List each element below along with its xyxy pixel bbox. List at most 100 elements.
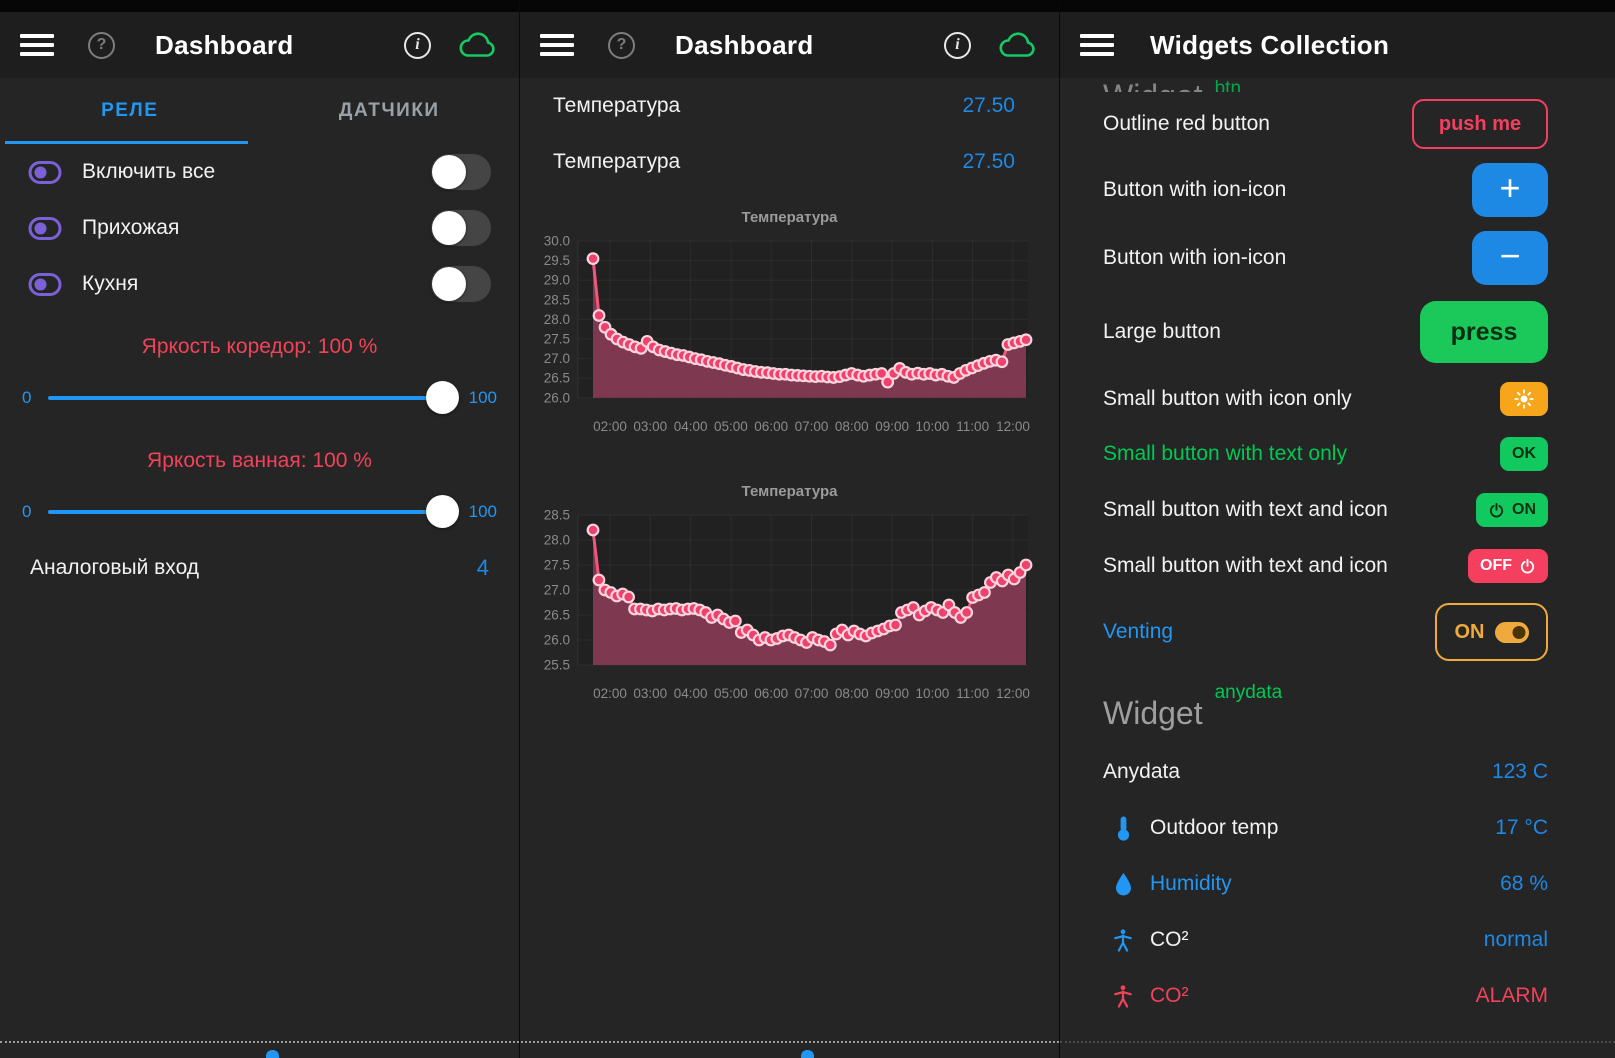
- tab-datchiki[interactable]: ДАТЧИКИ: [260, 78, 520, 144]
- chart-title-2: Температура: [520, 464, 1059, 500]
- panel-divider: [1059, 0, 1060, 1058]
- svg-text:27.0: 27.0: [544, 351, 570, 366]
- svg-text:11:00: 11:00: [956, 419, 989, 434]
- widget-label: Venting: [1103, 620, 1173, 644]
- data-value: 123 C: [1492, 760, 1548, 784]
- widget-label: Small button with text only: [1103, 442, 1347, 466]
- temperature-row-2: Температура 27.50: [520, 134, 1059, 190]
- data-row-co2-normal: CO² normal: [1060, 912, 1615, 968]
- svg-text:28.0: 28.0: [544, 533, 570, 548]
- toggle-switch[interactable]: [431, 210, 491, 246]
- status-bar-strip: [520, 0, 1059, 12]
- toggle-row-hallway: Прихожая: [0, 200, 519, 256]
- svg-text:04:00: 04:00: [674, 419, 708, 434]
- svg-text:28.5: 28.5: [544, 508, 570, 523]
- page-title: Dashboard: [675, 30, 814, 61]
- data-row-humidity: Humidity 68 %: [1060, 856, 1615, 912]
- help-icon[interactable]: ?: [88, 32, 115, 59]
- widget-row-off: Small button with text and icon OFF: [1060, 538, 1615, 594]
- data-label: CO²: [1150, 984, 1189, 1008]
- temperature-label: Температура: [553, 94, 680, 118]
- data-label: CO²: [1150, 928, 1189, 952]
- widget-row-large: Large button press: [1060, 292, 1615, 372]
- svg-text:02:00: 02:00: [593, 686, 627, 701]
- svg-text:08:00: 08:00: [835, 686, 869, 701]
- widget-row-icon-only: Small button with icon only: [1060, 372, 1615, 426]
- widget-label: Button with ion-icon: [1103, 178, 1286, 202]
- svg-text:28.0: 28.0: [544, 312, 570, 327]
- svg-text:12:00: 12:00: [996, 686, 1030, 701]
- on-button[interactable]: ON: [1476, 493, 1548, 527]
- toggle-row-all: Включить все: [0, 144, 519, 200]
- ok-button[interactable]: OK: [1500, 437, 1548, 471]
- header-left: ? Dashboard i: [0, 12, 519, 78]
- svg-text:10:00: 10:00: [916, 686, 950, 701]
- plus-button[interactable]: +: [1472, 163, 1548, 217]
- data-row-outdoor-temp: Outdoor temp 17 °C: [1060, 800, 1615, 856]
- menu-icon[interactable]: [1080, 34, 1114, 56]
- toggle-switch[interactable]: [431, 154, 491, 190]
- help-icon[interactable]: ?: [608, 32, 635, 59]
- push-me-button[interactable]: push me: [1412, 99, 1548, 149]
- data-label: Humidity: [1150, 872, 1232, 896]
- temperature-row-1: Температура 27.50: [520, 78, 1059, 134]
- panel-divider: [519, 0, 520, 1058]
- toggle-label: Включить все: [82, 160, 215, 184]
- temperature-value: 27.50: [962, 150, 1015, 174]
- toggle-switch[interactable]: [431, 266, 491, 302]
- widget-label: Small button with text and icon: [1103, 498, 1388, 522]
- menu-icon[interactable]: [540, 34, 574, 56]
- clipped-bottom-icon: [801, 1050, 814, 1058]
- info-icon[interactable]: i: [404, 32, 431, 59]
- toggle-glyph-icon: [28, 160, 62, 185]
- widget-row-outline-red: Outline red button push me: [1060, 92, 1615, 156]
- svg-text:02:00: 02:00: [593, 419, 627, 434]
- svg-text:03:00: 03:00: [633, 686, 667, 701]
- slider-track[interactable]: [48, 396, 455, 400]
- app-root: ? Dashboard i РЕЛЕ ДАТЧИКИ Включить все: [0, 0, 1615, 1058]
- clipped-bottom-icon: [266, 1050, 279, 1058]
- person-icon: [1112, 927, 1134, 953]
- button-label: press: [1451, 318, 1518, 347]
- slider-knob[interactable]: [426, 495, 459, 528]
- svg-text:07:00: 07:00: [795, 686, 829, 701]
- svg-text:26.5: 26.5: [544, 608, 570, 623]
- widget-label: Button with ion-icon: [1103, 246, 1286, 270]
- bottom-dotted-divider: [0, 1041, 1059, 1043]
- section-title-text: Widget: [1103, 695, 1203, 732]
- temperature-chart-1: 30.029.529.028.528.027.527.026.526.002:0…: [520, 226, 1059, 450]
- minus-button[interactable]: −: [1472, 231, 1548, 285]
- toggle-on-icon: [1495, 622, 1529, 643]
- info-icon[interactable]: i: [944, 32, 971, 59]
- svg-text:28.5: 28.5: [544, 292, 570, 307]
- press-button[interactable]: press: [1420, 301, 1548, 363]
- slider-max-label: 100: [459, 388, 497, 408]
- header-middle: ? Dashboard i: [520, 12, 1059, 78]
- temperature-chart-2: 28.528.027.527.026.526.025.502:0003:0004…: [520, 500, 1059, 717]
- svg-text:27.0: 27.0: [544, 583, 570, 598]
- slider-label-corridor: Яркость коредор: 100 %: [0, 324, 519, 370]
- svg-text:29.0: 29.0: [544, 273, 570, 288]
- status-bar-strip: [1060, 0, 1615, 12]
- button-label: OK: [1512, 445, 1536, 463]
- cloud-status-icon: [457, 30, 499, 60]
- data-label: Outdoor temp: [1150, 816, 1278, 840]
- svg-text:09:00: 09:00: [875, 686, 909, 701]
- brightness-slider-corridor: 0 100: [0, 370, 519, 426]
- sun-button[interactable]: [1500, 382, 1548, 416]
- tab-rele[interactable]: РЕЛЕ: [0, 78, 260, 144]
- toggle-row-kitchen: Кухня: [0, 256, 519, 312]
- clipped-section-title: Widget btn: [1060, 78, 1615, 92]
- widget-label: Small button with text and icon: [1103, 554, 1388, 578]
- slider-label-bathroom: Яркость ванная: 100 %: [0, 438, 519, 484]
- analog-input-value: 4: [477, 555, 489, 581]
- person-icon: [1112, 983, 1134, 1009]
- venting-toggle[interactable]: ON: [1435, 603, 1548, 661]
- widget-row-text-only: Small button with text only OK: [1060, 426, 1615, 482]
- sun-icon: [1514, 389, 1534, 409]
- off-button[interactable]: OFF: [1468, 549, 1548, 583]
- slider-track[interactable]: [48, 510, 455, 514]
- slider-knob[interactable]: [426, 381, 459, 414]
- panel-widgets: Widgets Collection Widget btn Outline re…: [1060, 0, 1615, 1058]
- menu-icon[interactable]: [20, 34, 54, 56]
